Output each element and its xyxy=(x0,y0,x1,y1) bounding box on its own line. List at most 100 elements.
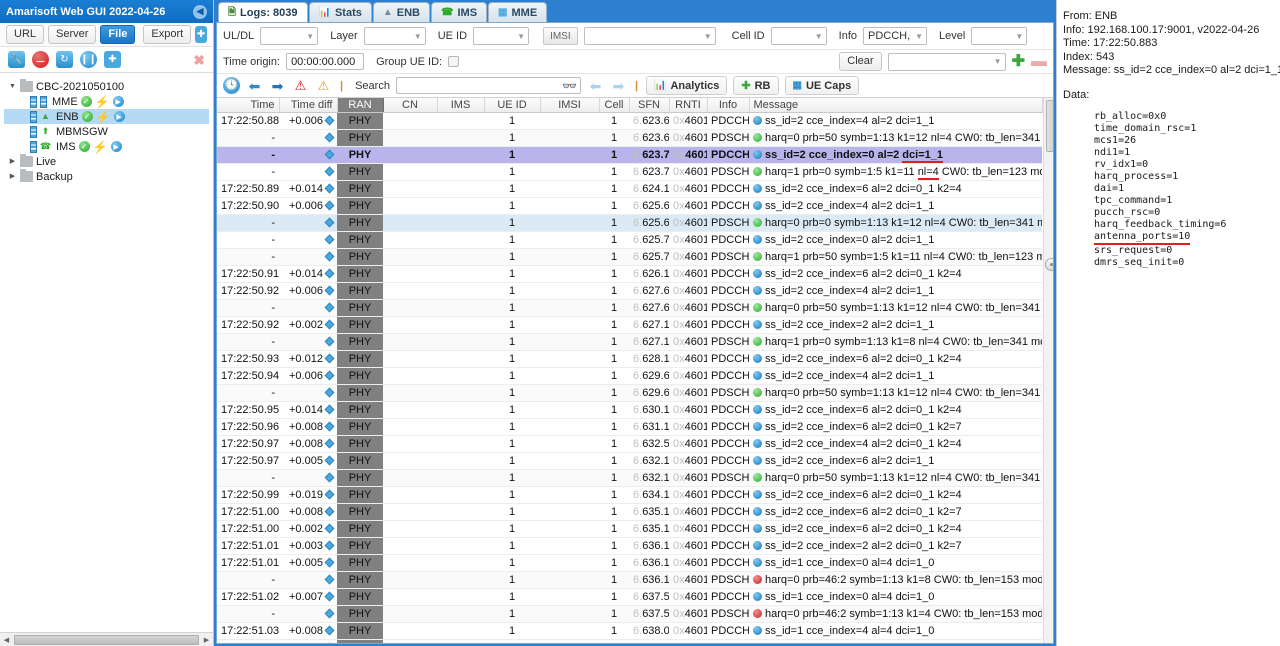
marker-icon[interactable] xyxy=(324,642,335,643)
table-row[interactable]: - PHY 1 1 6.625.7 0x4601 PDCCH ss_id=2 cce_ind… xyxy=(217,231,1042,249)
col-cell[interactable]: Cell xyxy=(599,98,630,113)
col-cn[interactable]: CN xyxy=(383,98,438,113)
rb-button[interactable]: ✚ RB xyxy=(733,76,779,95)
marker-icon[interactable] xyxy=(324,455,335,465)
tab-logs[interactable]: 🗎 Logs: 8039 xyxy=(218,2,308,22)
pause-icon[interactable]: ❙❙ xyxy=(80,51,97,68)
table-row[interactable]: - PHY116.636.100x4601PDSCHharq=0 prb=46:… xyxy=(217,571,1042,589)
export-button[interactable]: Export xyxy=(143,25,192,44)
chevron-right-icon[interactable]: ▶ xyxy=(8,173,17,180)
tab-stats[interactable]: 📊 Stats xyxy=(308,2,372,22)
col-info[interactable]: Info xyxy=(707,98,750,113)
table-row[interactable]: 17:22:50.997+0.019 PHY116.634.150x4601PD… xyxy=(217,486,1042,504)
tree-item-backup[interactable]: ▶ Backup xyxy=(4,169,209,184)
time-origin-input[interactable]: 00:00:00.000 xyxy=(286,53,365,70)
search-input[interactable]: 👓 xyxy=(395,77,581,94)
table-row[interactable]: 17:22:50.925+0.002 PHY116.627.100x4601PD… xyxy=(217,316,1042,334)
tree-item-ims[interactable]: ☎ IMS ✓ ⚡ ▶ xyxy=(4,139,209,154)
play-icon[interactable]: ▶ xyxy=(113,111,125,122)
marker-icon[interactable] xyxy=(324,625,335,635)
preset-select[interactable]: ▼ xyxy=(887,52,1006,71)
col-ims[interactable]: IMS xyxy=(437,98,485,113)
chevron-down-icon[interactable]: ▼ xyxy=(8,83,17,90)
tree-item-enb[interactable]: ▲ ENB ✓ ⚡ ▶ xyxy=(4,109,209,124)
table-row[interactable]: 17:22:50.897+0.014 PHY116.624.150x4601PD… xyxy=(217,180,1042,198)
scrollbar-track[interactable] xyxy=(1044,98,1053,643)
marker-icon[interactable] xyxy=(324,132,335,142)
table-row[interactable]: 17:22:50.923 +0.006 PHY 1 1 6.627.6 0x4601 PDC… xyxy=(217,282,1042,300)
uldl-select[interactable]: ▼ xyxy=(260,27,319,45)
marker-icon[interactable] xyxy=(324,506,335,516)
arrow-right-icon[interactable]: ➡ xyxy=(269,77,286,94)
table-row[interactable]: - PHY116.627.100x4601PDSCHharq=1 prb=0 s… xyxy=(217,333,1042,351)
table-row[interactable]: 17:22:50.957+0.014 PHY116.630.150x4601PD… xyxy=(217,401,1042,419)
col-imsi[interactable]: IMSI xyxy=(540,98,600,113)
marker-icon[interactable] xyxy=(324,404,335,414)
marker-icon[interactable] xyxy=(324,489,335,499)
close-icon[interactable]: ✖ xyxy=(193,53,205,67)
table-row[interactable]: 17:22:50.978+0.005 PHY116.632.160x4601PD… xyxy=(217,452,1042,470)
layer-select[interactable]: ▼ xyxy=(363,27,426,45)
cellid-select[interactable]: ▼ xyxy=(770,27,827,45)
tab-enb[interactable]: ▲ ENB xyxy=(372,2,431,22)
marker-icon[interactable] xyxy=(324,200,335,210)
table-row[interactable]: 17:22:51.005+0.008 PHY116.635.110x4601PD… xyxy=(217,503,1042,521)
table-row[interactable]: - PHY 1 1 6.625.6 0x4601 PDSCH harq=0 prb=0 sy… xyxy=(217,214,1042,232)
marker-icon[interactable] xyxy=(324,438,335,448)
tab-ims[interactable]: ☎ IMS xyxy=(431,2,488,22)
table-row[interactable]: - PHY116.638.00x4601PDSCHharq=0 prb=7:2 … xyxy=(217,639,1042,643)
table-row[interactable]: 17:22:50.883 +0.006 PHY 1 1 6.623.6 0x4601 PDC… xyxy=(217,112,1042,130)
col-time-diff[interactable]: Time diff xyxy=(279,98,338,113)
minus-icon[interactable]: ▬ xyxy=(1031,53,1047,70)
marker-icon[interactable] xyxy=(324,387,335,397)
marker-icon[interactable] xyxy=(324,370,335,380)
col-time[interactable]: Time xyxy=(217,98,280,113)
marker-icon[interactable] xyxy=(324,319,335,329)
info-select[interactable]: PDCCH, PI ▼ xyxy=(863,27,927,45)
scrollbar-knob[interactable] xyxy=(1044,258,1053,271)
table-row[interactable]: - PHY 1 1 6.625.7 0x4601 PDSCH harq=1 prb=50 s… xyxy=(217,248,1042,266)
marker-icon[interactable] xyxy=(324,540,335,550)
marker-icon[interactable] xyxy=(324,574,335,584)
refresh-icon[interactable]: ↻ xyxy=(56,51,73,68)
table-row[interactable]: 17:22:51.010 +0.003 PHY 1 1 6.636.1 0x4601 PDC… xyxy=(217,537,1042,555)
scrollbar-thumb[interactable] xyxy=(14,634,199,645)
table-row[interactable]: 17:22:51.007+0.002 PHY116.635.150x4601PD… xyxy=(217,520,1042,538)
logs-vertical-scrollbar[interactable] xyxy=(1042,98,1053,643)
col-ue-id[interactable]: UE ID xyxy=(484,98,541,113)
marker-icon[interactable] xyxy=(324,268,335,278)
table-row[interactable]: 17:22:50.903 +0.006 PHY 1 1 6.625.6 0x4601 PDC… xyxy=(217,197,1042,215)
marker-icon[interactable] xyxy=(324,523,335,533)
tree-item-mme[interactable]: MME ✓ ⚡ ▶ xyxy=(4,94,209,109)
tree-item-mbmsgw[interactable]: ⬆ MBMSGW xyxy=(4,124,209,139)
play-icon[interactable]: ▶ xyxy=(112,96,124,107)
table-row[interactable]: 17:22:51.030 +0.008 PHY 1 1 6.638.0 0x4601 PDC… xyxy=(217,622,1042,640)
uecaps-button[interactable]: ▦ UE Caps xyxy=(784,76,860,95)
marker-icon[interactable] xyxy=(324,234,335,244)
ueid-select[interactable]: ▼ xyxy=(473,27,530,45)
marker-icon[interactable] xyxy=(324,115,335,125)
chevron-left-icon[interactable]: ◀ xyxy=(193,4,207,19)
scroll-left-arrow-icon[interactable]: ◀ xyxy=(0,636,13,644)
table-row[interactable]: 17:22:50.965+0.008 PHY116.631.110x4601PD… xyxy=(217,418,1042,436)
clock-icon[interactable]: 🕓 xyxy=(223,77,240,94)
col-sfn[interactable]: SFN xyxy=(629,98,670,113)
table-row[interactable]: 17:22:50.937+0.012 PHY116.628.150x4601PD… xyxy=(217,350,1042,368)
table-row[interactable]: 17:22:51.022 +0.007 PHY 1 1 6.637.5 0x4601 PDC… xyxy=(217,588,1042,606)
marker-icon[interactable] xyxy=(324,183,335,193)
tree-item-cbc[interactable]: ▼ CBC-2021050100 xyxy=(4,79,209,94)
puzzle-icon[interactable]: ✚ xyxy=(104,51,121,68)
table-row[interactable]: 17:22:50.943 +0.006 PHY 1 1 6.629.6 0x4601 PDC… xyxy=(217,367,1042,385)
imsi-button[interactable]: IMSI xyxy=(543,27,578,45)
marker-icon[interactable] xyxy=(324,472,335,482)
imsi-select[interactable]: ▼ xyxy=(583,27,716,45)
marker-icon[interactable] xyxy=(324,285,335,295)
col-ran[interactable]: RAN xyxy=(337,98,384,113)
marker-icon[interactable] xyxy=(324,217,335,227)
bolt-icon[interactable]: ⚡ xyxy=(95,96,110,108)
marker-icon[interactable] xyxy=(324,336,335,346)
table-row[interactable]: - PHY 1 1 6.629.6 0x4601 PDSCH harq=0 prb=50 s… xyxy=(217,384,1042,402)
marker-icon[interactable] xyxy=(324,149,335,159)
table-row[interactable]: 17:22:50.917+0.014 PHY116.626.150x4601PD… xyxy=(217,265,1042,283)
table-row[interactable]: - PHY 1 1 6.637.5 0x4601 PDSCH harq=0 prb=46:2… xyxy=(217,605,1042,623)
